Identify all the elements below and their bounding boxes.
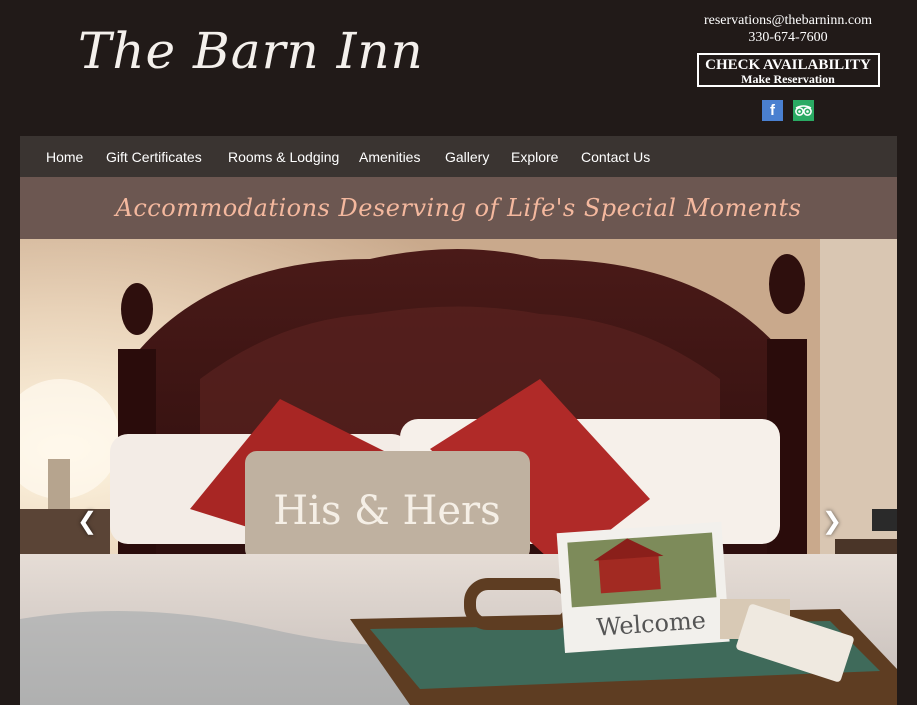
nav-item-contact-us[interactable]: Contact Us (581, 149, 650, 165)
next-slide-arrow[interactable]: ❯ (821, 507, 843, 537)
site-header: The Barn Inn reservations@thebarninn.com… (0, 0, 917, 136)
tagline-text: Accommodations Deserving of Life's Speci… (115, 194, 802, 222)
phone-link[interactable]: 330-674-7600 (680, 29, 896, 47)
hero-slideshow[interactable]: His & Hers Welcome ❮ ❯ (20, 239, 897, 705)
pillow-text: His & Hers (273, 488, 500, 534)
check-availability-label: CHECK AVAILABILITY (705, 57, 871, 73)
nav-item-gallery[interactable]: Gallery (445, 149, 489, 165)
tagline-banner: Accommodations Deserving of Life's Speci… (20, 177, 897, 239)
main-nav: Home Gift Certificates Rooms & Lodging A… (20, 136, 897, 177)
check-availability-button[interactable]: CHECK AVAILABILITY Make Reservation (696, 53, 880, 87)
nav-item-gift-certificates[interactable]: Gift Certificates (106, 149, 202, 165)
tripadvisor-icon[interactable] (793, 100, 814, 121)
prev-slide-arrow[interactable]: ❮ (76, 507, 98, 537)
contact-block: reservations@thebarninn.com 330-674-7600… (680, 12, 896, 87)
facebook-icon[interactable]: f (762, 100, 783, 121)
email-link[interactable]: reservations@thebarninn.com (680, 12, 896, 29)
nav-item-rooms-lodging[interactable]: Rooms & Lodging (228, 149, 339, 165)
nav-item-explore[interactable]: Explore (511, 149, 558, 165)
site-logo[interactable]: The Barn Inn (78, 22, 424, 80)
hero-photo: His & Hers Welcome (20, 239, 897, 705)
nav-item-amenities[interactable]: Amenities (359, 149, 420, 165)
make-reservation-label: Make Reservation (741, 72, 835, 86)
nav-item-home[interactable]: Home (46, 149, 83, 165)
